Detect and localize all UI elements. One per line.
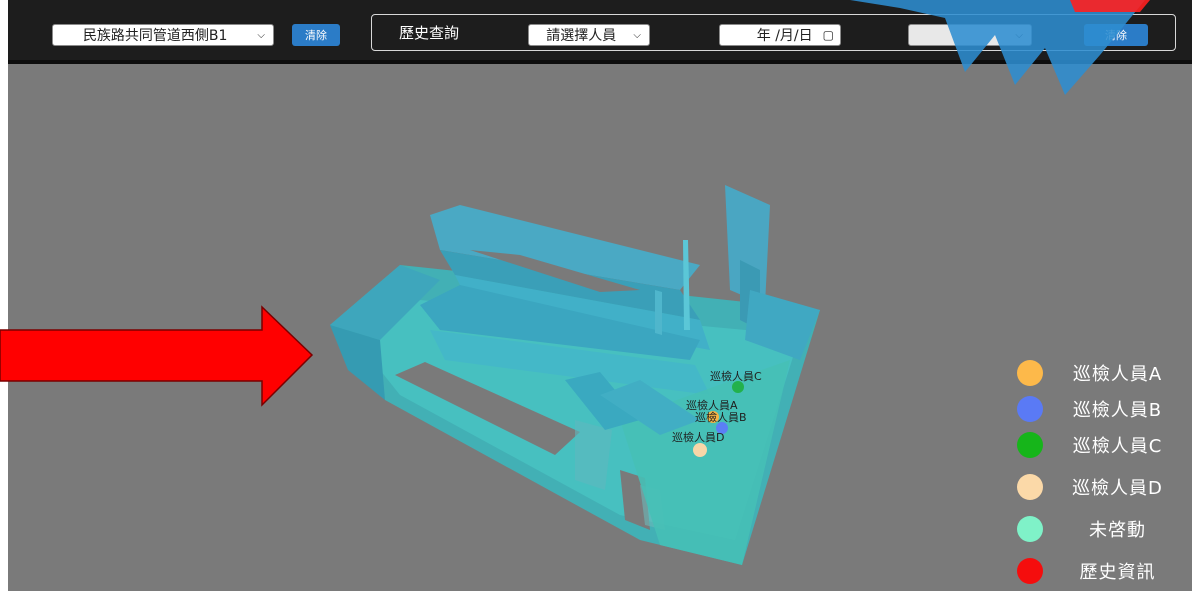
legend-item: 巡檢人員C (1015, 430, 1192, 460)
legend-color-dot (1017, 360, 1043, 386)
chevron-down-icon: ⌵ (257, 29, 265, 41)
location-select[interactable]: 民族路共同管道西側B1 ⌵ (52, 24, 274, 46)
date-input[interactable]: 年 /月/日 ▢ (719, 24, 841, 46)
legend-label: 未啓動 (1089, 520, 1146, 541)
location-select-value: 民族路共同管道西側B1 (82, 28, 228, 44)
calendar-icon[interactable]: ▢ (823, 28, 834, 42)
personnel-marker-label: 巡檢人員A (686, 398, 738, 412)
legend-color-dot (1017, 516, 1043, 542)
personnel-marker-label: 巡檢人員D (672, 430, 724, 444)
person-select-value: 請選擇人員 (546, 28, 617, 44)
legend-color-dot (1017, 432, 1043, 458)
legend-item: 巡檢人員A (1015, 358, 1192, 388)
legend-item: 歷史資訊 (1015, 556, 1192, 586)
annotation-arrow (0, 305, 314, 407)
personnel-marker-dot[interactable] (693, 443, 707, 457)
chevron-down-icon: ⌵ (633, 29, 641, 41)
arrow-shape (0, 305, 314, 407)
date-placeholder: 年 /月/日 (756, 28, 813, 44)
burst-highlight (1070, 0, 1150, 12)
legend-color-dot (1017, 474, 1043, 500)
personnel-marker-label: 巡檢人員B (695, 410, 747, 424)
legend-color-dot (1017, 396, 1043, 422)
legend-item: 未啓動 (1015, 514, 1192, 544)
legend-label: 巡檢人員D (1072, 478, 1163, 499)
legend-item: 巡檢人員D (1015, 472, 1192, 502)
annotation-burst (850, 0, 1150, 95)
burst-shape (850, 0, 1145, 95)
legend-label: 歷史資訊 (1079, 562, 1156, 583)
clear-button[interactable]: 清除 (292, 24, 340, 46)
app-root: 巡檢人員C 巡檢人員A 巡檢人員B 巡檢人員D 民族路共同管道西側B1 ⌵ 清除 歷史… (0, 0, 1192, 591)
legend-item: 巡檢人員B (1015, 394, 1192, 424)
personnel-marker-label: 巡檢人員C (710, 369, 762, 383)
legend-label: 巡檢人員C (1072, 436, 1163, 457)
legend-label: 巡檢人員A (1072, 364, 1163, 385)
legend-color-dot (1017, 558, 1043, 584)
history-query-label: 歷史查詢 (399, 24, 460, 42)
legend-label: 巡檢人員B (1072, 400, 1163, 421)
person-select[interactable]: 請選擇人員 ⌵ (528, 24, 650, 46)
